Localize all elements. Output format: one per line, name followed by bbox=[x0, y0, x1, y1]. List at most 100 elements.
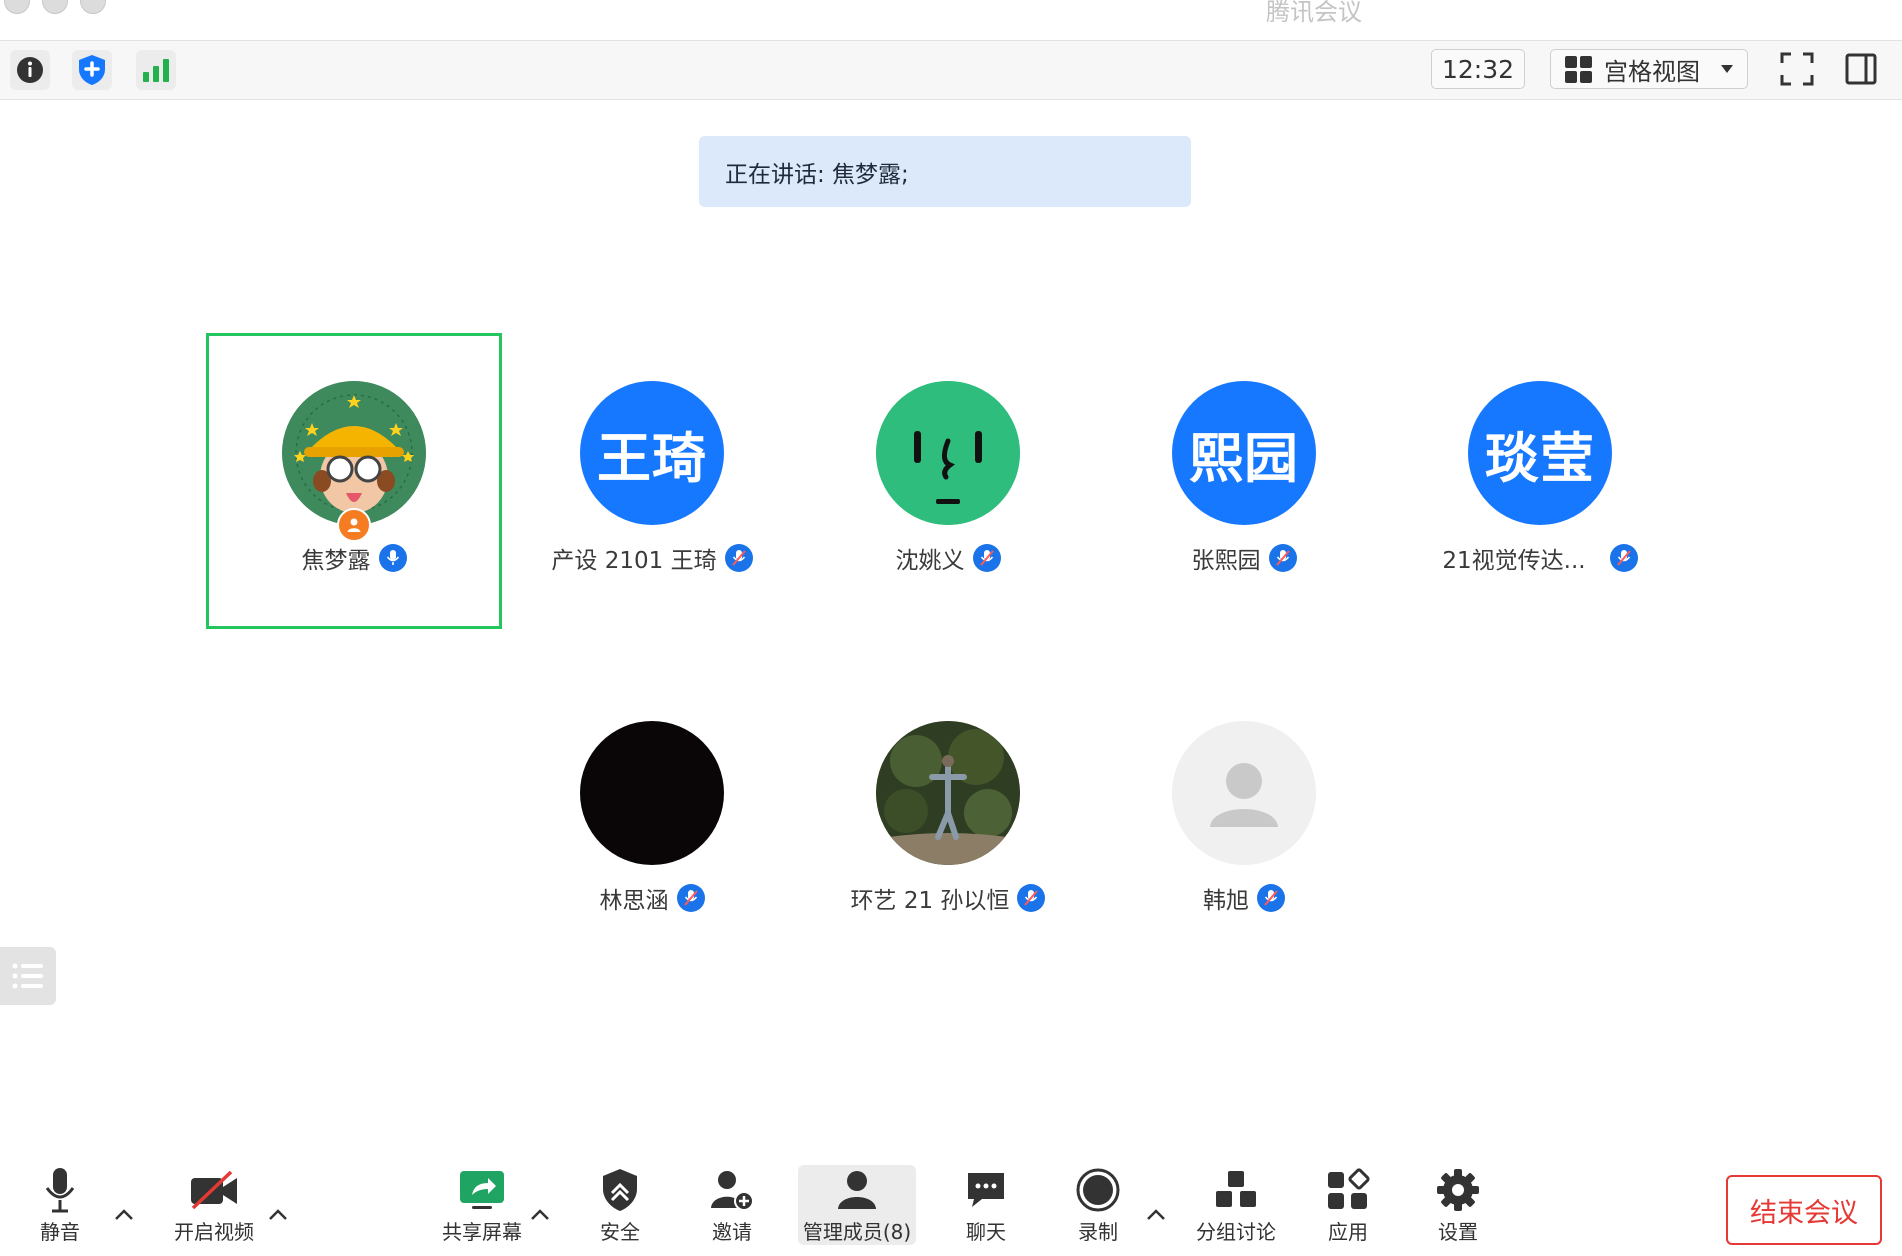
participant-tile[interactable]: 林思涵 bbox=[504, 673, 800, 969]
participant-name: 21视觉传达... bbox=[1442, 548, 1586, 574]
avatar: 熙园 bbox=[1172, 381, 1316, 525]
avatar bbox=[580, 721, 724, 865]
mic-muted-icon bbox=[972, 544, 1001, 572]
participant-name: 林思涵 bbox=[599, 888, 669, 914]
sidebar-toggle-icon bbox=[1845, 53, 1877, 85]
record-options-button[interactable] bbox=[1144, 1205, 1168, 1225]
meeting-info-button[interactable] bbox=[10, 50, 50, 90]
mic-muted-icon bbox=[1609, 544, 1638, 572]
mute-label: 静音 bbox=[40, 1220, 80, 1244]
participant-name-row: 沈姚义 bbox=[800, 541, 1096, 575]
avatar-initials: 王琦 bbox=[597, 426, 707, 490]
participant-name-row: 环艺 21 孙以恒 bbox=[800, 881, 1096, 915]
shield-icon bbox=[79, 55, 105, 85]
security-button[interactable]: 安全 bbox=[596, 1165, 644, 1245]
share-screen-button[interactable]: 共享屏幕 bbox=[440, 1165, 524, 1245]
memoji-avatar-image bbox=[282, 381, 426, 525]
avatar-initials: 琰莹 bbox=[1485, 426, 1595, 490]
mic-muted-icon bbox=[1268, 544, 1297, 572]
video-options-button[interactable] bbox=[266, 1205, 290, 1225]
record-icon bbox=[1076, 1168, 1120, 1211]
window-titlebar: 腾讯会议 bbox=[0, 0, 1902, 40]
avatar bbox=[876, 381, 1020, 525]
participant-name-row: 韩旭 bbox=[1096, 881, 1392, 915]
share-screen-label: 共享屏幕 bbox=[442, 1220, 522, 1244]
participant-name: 焦梦露 bbox=[301, 548, 371, 574]
share-options-button[interactable] bbox=[528, 1205, 552, 1225]
apps-label: 应用 bbox=[1328, 1220, 1368, 1244]
participant-name-row: 林思涵 bbox=[504, 881, 800, 915]
add-person-icon bbox=[711, 1170, 754, 1211]
participant-name-row: 张熙园 bbox=[1096, 541, 1392, 575]
mic-muted-icon bbox=[676, 884, 705, 912]
chevron-up-icon bbox=[269, 1209, 287, 1220]
participant-tile[interactable]: 焦梦露 bbox=[206, 333, 502, 629]
breakout-blocks-icon bbox=[1216, 1170, 1256, 1207]
settings-label: 设置 bbox=[1438, 1220, 1478, 1244]
manage-members-label: 管理成员(8) bbox=[802, 1220, 912, 1244]
default-user-icon bbox=[1172, 721, 1316, 865]
chevron-up-icon bbox=[531, 1209, 549, 1220]
settings-button[interactable]: 设置 bbox=[1434, 1165, 1482, 1245]
list-icon bbox=[12, 963, 43, 989]
fullscreen-icon bbox=[1780, 52, 1814, 86]
invite-button[interactable]: 邀请 bbox=[706, 1165, 758, 1245]
manage-members-button[interactable]: 管理成员(8) bbox=[798, 1165, 916, 1245]
hedge-photo-avatar-image bbox=[876, 721, 1020, 865]
bottom-toolbar bbox=[0, 1150, 1902, 1256]
network-status-button[interactable] bbox=[136, 50, 176, 90]
view-mode-label: 宫格视图 bbox=[1604, 57, 1700, 86]
audio-options-button[interactable] bbox=[112, 1205, 136, 1225]
top-toolbar: 12:32 宫格视图 bbox=[0, 40, 1902, 100]
fullscreen-button[interactable] bbox=[1776, 49, 1818, 89]
participant-name-row: 产设 2101 王琦 bbox=[504, 541, 800, 575]
breakout-rooms-button[interactable]: 分组讨论 bbox=[1194, 1165, 1278, 1245]
start-video-label: 开启视频 bbox=[174, 1220, 254, 1244]
participant-tile[interactable]: 琰莹 21视觉传达... bbox=[1392, 333, 1688, 629]
avatar: 琰莹 bbox=[1468, 381, 1612, 525]
avatar bbox=[876, 721, 1020, 865]
participant-tile[interactable]: 沈姚义 bbox=[800, 333, 1096, 629]
grid-view-icon bbox=[1565, 55, 1592, 83]
video-off-icon bbox=[191, 1170, 237, 1209]
record-label: 录制 bbox=[1078, 1220, 1118, 1244]
chat-button[interactable]: 聊天 bbox=[962, 1165, 1010, 1245]
view-mode-dropdown[interactable]: 宫格视图 bbox=[1550, 49, 1748, 89]
avatar bbox=[1172, 721, 1316, 865]
chevron-down-icon bbox=[1721, 65, 1733, 73]
mic-muted-icon bbox=[1017, 884, 1046, 912]
gear-icon bbox=[1437, 1168, 1479, 1211]
participant-name-row: 21视觉传达... bbox=[1392, 541, 1688, 575]
avatar bbox=[282, 381, 426, 525]
member-list-toggle-button[interactable] bbox=[0, 947, 56, 1005]
avatar-initials: 熙园 bbox=[1189, 426, 1299, 490]
security-shield-icon bbox=[603, 1168, 637, 1211]
apps-button[interactable]: 应用 bbox=[1324, 1165, 1372, 1245]
breakout-rooms-label: 分组讨论 bbox=[1196, 1220, 1276, 1244]
toggle-sidebar-button[interactable] bbox=[1840, 49, 1882, 89]
participant-tile[interactable]: 王琦 产设 2101 王琦 bbox=[504, 333, 800, 629]
record-button[interactable]: 录制 bbox=[1074, 1165, 1122, 1245]
participant-tile[interactable]: 韩旭 bbox=[1096, 673, 1392, 969]
mic-muted-icon bbox=[724, 544, 753, 572]
start-video-button[interactable]: 开启视频 bbox=[172, 1165, 256, 1245]
meeting-security-button[interactable] bbox=[72, 50, 112, 90]
face-drawing-avatar-image bbox=[876, 381, 1020, 525]
end-meeting-button[interactable]: 结束会议 bbox=[1726, 1175, 1882, 1245]
apps-grid-icon bbox=[1328, 1167, 1370, 1209]
mic-on-icon bbox=[378, 544, 407, 572]
participant-tile[interactable]: 熙园 张熙园 bbox=[1096, 333, 1392, 629]
meeting-timer: 12:32 bbox=[1431, 49, 1525, 89]
participant-name-row: 焦梦露 bbox=[209, 541, 499, 575]
participant-name: 产设 2101 王琦 bbox=[551, 548, 717, 574]
speaking-indicator: 正在讲话: 焦梦露; bbox=[699, 136, 1191, 207]
microphone-icon bbox=[45, 1167, 75, 1212]
participant-name: 沈姚义 bbox=[895, 548, 965, 574]
participant-name: 韩旭 bbox=[1203, 888, 1249, 914]
security-label: 安全 bbox=[600, 1220, 640, 1244]
chevron-up-icon bbox=[1147, 1209, 1165, 1220]
window-title: 腾讯会议 bbox=[1266, 0, 1362, 26]
participant-tile[interactable]: 环艺 21 孙以恒 bbox=[800, 673, 1096, 969]
mute-button[interactable]: 静音 bbox=[34, 1165, 86, 1245]
chevron-up-icon bbox=[115, 1209, 133, 1220]
